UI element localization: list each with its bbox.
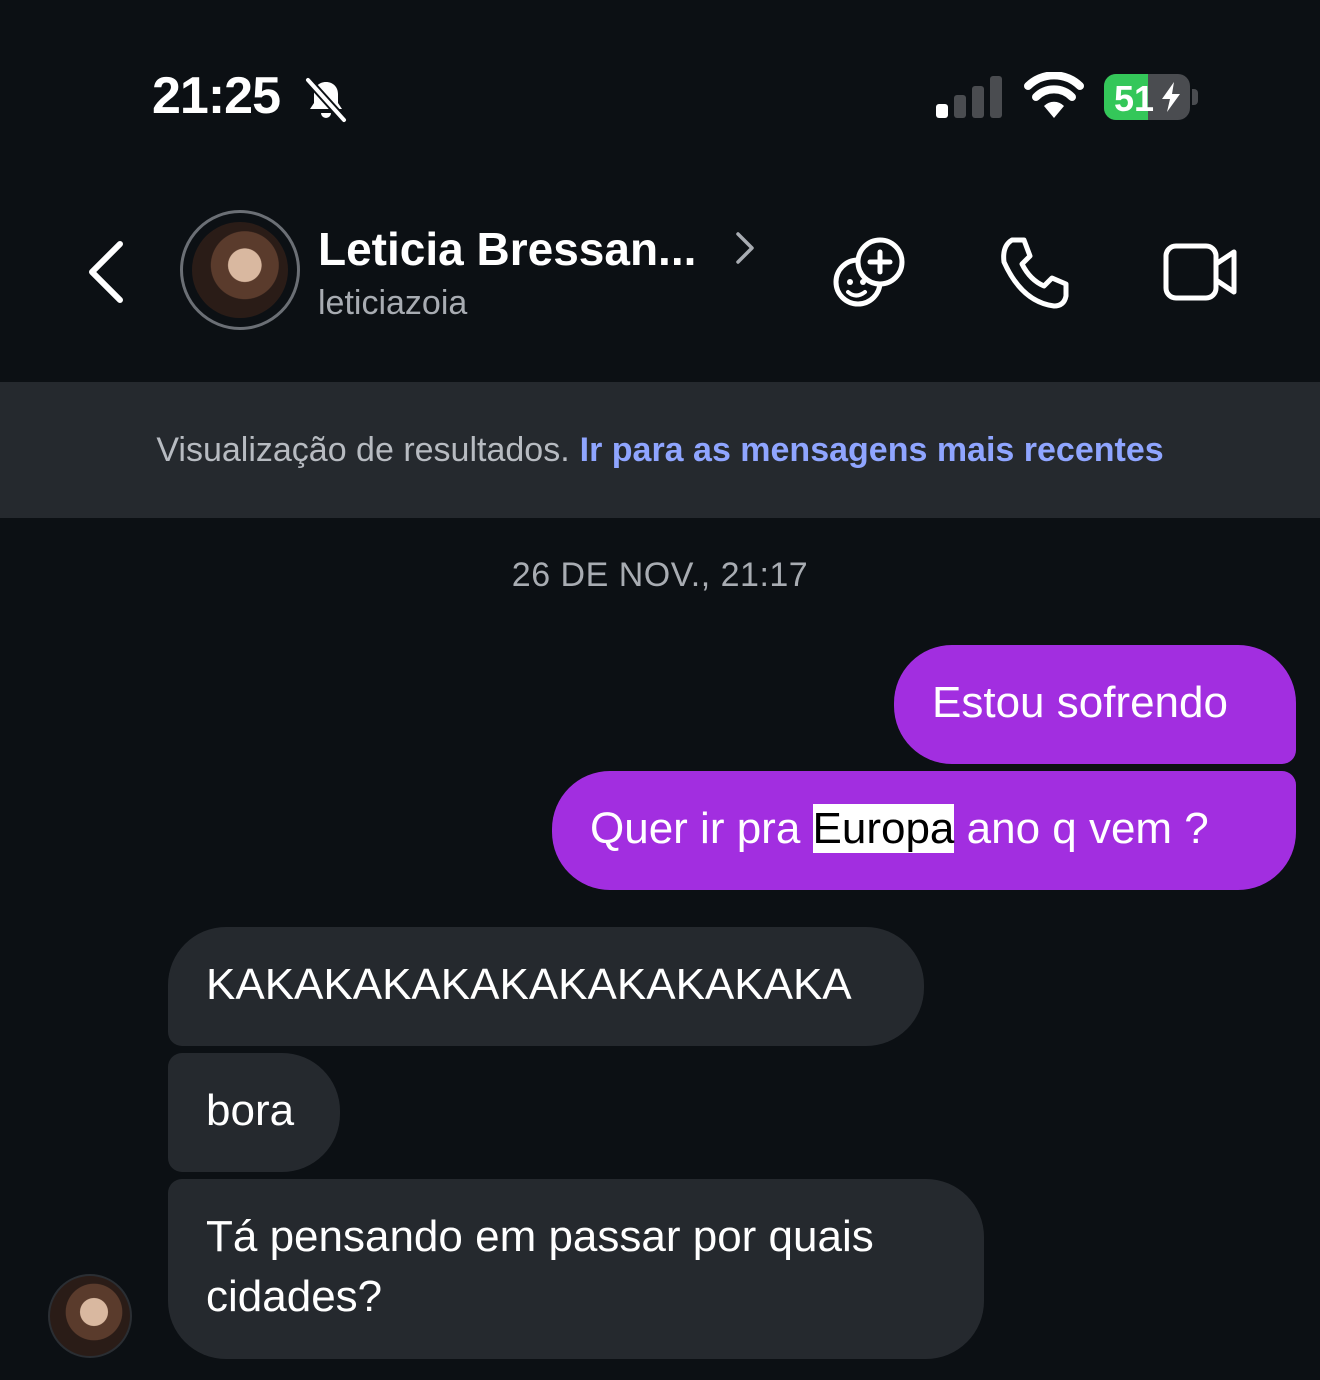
phone-icon[interactable] [994, 232, 1074, 312]
incoming-message[interactable]: Tá pensando em passar por quais cidades? [168, 1179, 984, 1359]
video-camera-icon[interactable] [1160, 232, 1240, 312]
date-stamp: 26 DE NOV., 21:17 [511, 556, 809, 594]
message-text: ano q vem ? [954, 804, 1209, 853]
message-text: Tá pensando em passar por quais cidades? [206, 1212, 874, 1321]
bell-slash-icon [305, 77, 347, 123]
incoming-message[interactable]: KAKAKAKAKAKAKAKAKAKAKA [168, 927, 924, 1046]
chevron-right-icon[interactable] [732, 228, 758, 268]
contact-username[interactable]: leticiazoia [318, 284, 467, 323]
incoming-message[interactable]: bora [168, 1053, 340, 1172]
contact-avatar[interactable] [180, 210, 300, 330]
outgoing-message[interactable]: Estou sofrendo [894, 645, 1296, 764]
chat-header: Leticia Bressan... leticiazoia [0, 190, 1320, 382]
jump-to-recent-link[interactable]: Ir para as mensagens mais recentes [580, 431, 1164, 470]
message-text: Quer ir pra [590, 804, 813, 853]
outgoing-message[interactable]: Quer ir pra Europa ano q vem ? [552, 771, 1296, 890]
banner-text: Visualização de resultados. [156, 430, 570, 469]
sender-avatar[interactable] [48, 1274, 132, 1358]
message-text: bora [206, 1086, 295, 1135]
battery-level: 51 [1114, 78, 1155, 119]
bolt-icon [1162, 82, 1180, 112]
add-people-icon[interactable] [830, 232, 910, 312]
search-highlight: Europa [812, 804, 955, 853]
search-results-banner: Visualização de resultados. Ir para as m… [0, 382, 1320, 518]
wifi-icon [1024, 72, 1084, 118]
cellular-signal-icon [936, 76, 1002, 118]
status-bar: 21:25 51 [0, 0, 1320, 190]
battery-charging-icon: 51 [1104, 74, 1190, 120]
message-text: Estou sofrendo [932, 678, 1228, 727]
back-chevron-icon[interactable] [80, 236, 136, 308]
avatar-photo [192, 222, 288, 318]
battery-cap [1192, 89, 1198, 105]
status-time: 21:25 [152, 67, 281, 125]
message-text: KAKAKAKAKAKAKAKAKAKAKA [206, 960, 852, 1009]
contact-name[interactable]: Leticia Bressan... [318, 222, 696, 276]
